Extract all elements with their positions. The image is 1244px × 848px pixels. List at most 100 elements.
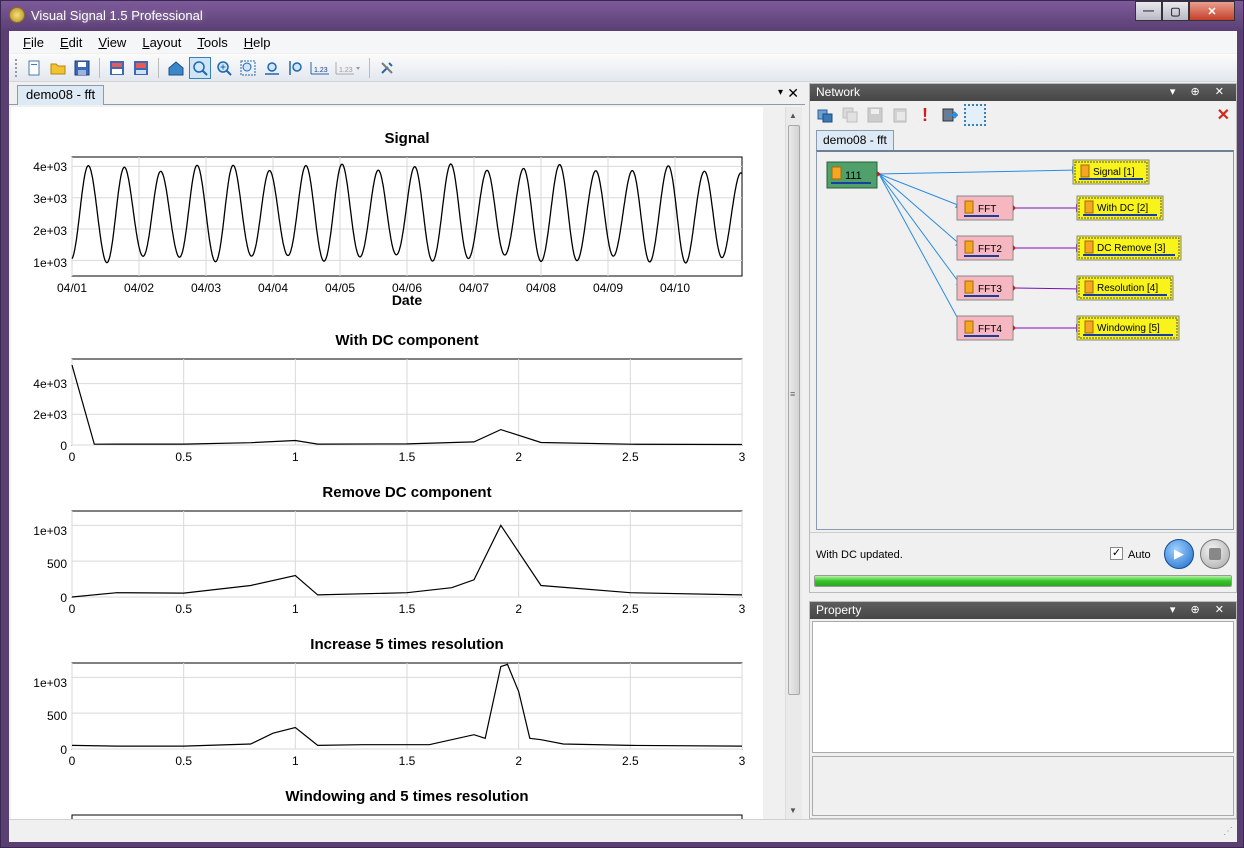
menu-help[interactable]: Help bbox=[236, 35, 279, 50]
zoom-fit-icon[interactable] bbox=[237, 57, 259, 79]
app-window: Visual Signal 1.5 Professional — ▢ ✕ Fil… bbox=[0, 0, 1244, 848]
decimal-options-icon[interactable]: 1.23 bbox=[333, 57, 363, 79]
ytick-label: 1e+03 bbox=[33, 676, 67, 690]
ytick-label: 1e+03 bbox=[33, 524, 67, 538]
print-icon[interactable] bbox=[130, 57, 152, 79]
property-description bbox=[812, 756, 1234, 816]
minimize-button[interactable]: — bbox=[1135, 1, 1162, 21]
resize-grip-icon[interactable]: ⋰ bbox=[1223, 826, 1233, 837]
export-icon[interactable] bbox=[939, 104, 961, 126]
copy-node-icon[interactable] bbox=[839, 104, 861, 126]
network-close-icon[interactable]: ✕ bbox=[1217, 105, 1230, 125]
xtick-label: 1 bbox=[292, 602, 299, 616]
fft4-node[interactable]: FFT4 bbox=[956, 315, 1016, 341]
fft3-node-label: FFT3 bbox=[978, 284, 1002, 295]
xtick-label: 0.5 bbox=[175, 754, 192, 768]
output-node-with-dc[interactable]: With DC [2] bbox=[1076, 195, 1164, 221]
svg-text:1.23: 1.23 bbox=[339, 67, 353, 74]
network-toolbar: ! bbox=[814, 103, 1234, 127]
fft2-node[interactable]: FFT2 bbox=[956, 235, 1016, 261]
menu-tools[interactable]: Tools bbox=[189, 35, 235, 50]
save-all-icon[interactable] bbox=[106, 57, 128, 79]
close-button[interactable]: ✕ bbox=[1189, 1, 1235, 21]
add-node-icon[interactable] bbox=[814, 104, 836, 126]
xtick-label: 04/02 bbox=[124, 281, 154, 295]
output-node-dc-remove[interactable]: DC Remove [3] bbox=[1076, 235, 1182, 261]
zoom-x-icon[interactable] bbox=[261, 57, 283, 79]
status-area: With DC updated. ✓ Auto ▶ bbox=[810, 532, 1236, 592]
toolbar-separator bbox=[158, 57, 159, 78]
tab-demo08-fft[interactable]: demo08 - fft bbox=[17, 85, 105, 105]
menu-edit[interactable]: Edit bbox=[52, 35, 90, 50]
xtick-label: 2 bbox=[515, 602, 522, 616]
fft-node[interactable]: FFT bbox=[956, 195, 1016, 221]
app-icon bbox=[9, 7, 25, 23]
xtick-label: 2 bbox=[515, 754, 522, 768]
xtick-label: 0.5 bbox=[175, 602, 192, 616]
tab-network-demo08-fft[interactable]: demo08 - fft bbox=[816, 130, 894, 150]
alert-icon[interactable]: ! bbox=[914, 104, 936, 126]
panel-controls[interactable]: ▾ ⊕ ✕ bbox=[1170, 84, 1230, 101]
scroll-down-icon[interactable]: ▼ bbox=[789, 806, 797, 815]
xtick-label: 04/10 bbox=[660, 281, 690, 295]
select-icon[interactable] bbox=[964, 104, 986, 126]
auto-checkbox[interactable]: ✓ bbox=[1110, 547, 1123, 560]
save-icon[interactable] bbox=[71, 57, 93, 79]
remove-dc-chart: 0 500 1e+03 0 0.5 1 1.5 2 2.5 3 bbox=[33, 510, 746, 616]
panel-controls[interactable]: ▾ ⊕ ✕ bbox=[1170, 602, 1230, 619]
ytick-label: 0 bbox=[60, 743, 67, 757]
tab-menu-icon[interactable]: ▾ bbox=[778, 87, 783, 98]
output-node-resolution[interactable]: Resolution [4] bbox=[1076, 275, 1174, 301]
settings-icon[interactable] bbox=[376, 57, 398, 79]
maximize-button[interactable]: ▢ bbox=[1162, 1, 1189, 21]
xtick-label: 2 bbox=[515, 450, 522, 464]
chart-canvas[interactable]: Signal With DC component Remove DC compo… bbox=[11, 107, 763, 819]
open-icon[interactable] bbox=[47, 57, 69, 79]
source-node-label: 111 bbox=[845, 170, 862, 182]
decimal-icon[interactable]: 1.23 bbox=[309, 57, 331, 79]
output-node-signal[interactable]: Signal [1] bbox=[1072, 159, 1150, 185]
document-pane: demo08 - fft ▾ ✕ Signal With DC componen… bbox=[9, 83, 805, 819]
menu-view[interactable]: View bbox=[90, 35, 134, 50]
network-panel: Network ▾ ⊕ ✕ ! ✕ demo08 - fft 111 FFT F… bbox=[809, 83, 1237, 593]
edge-fft3-resolution bbox=[1012, 284, 1084, 293]
zoom-icon[interactable] bbox=[189, 56, 211, 79]
client-area: File Edit View Layout Tools Help 1.23 1.… bbox=[9, 31, 1237, 842]
scroll-up-icon[interactable]: ▲ bbox=[789, 111, 797, 120]
play-button[interactable]: ▶ bbox=[1164, 539, 1194, 569]
ytick-label: 500 bbox=[47, 709, 67, 723]
xtick-label: 1 bbox=[292, 450, 299, 464]
stop-button[interactable] bbox=[1200, 539, 1230, 569]
property-grid[interactable] bbox=[812, 621, 1234, 753]
tab-close-icon[interactable]: ✕ bbox=[787, 85, 799, 102]
status-message: With DC updated. bbox=[816, 549, 903, 561]
network-graph: 111 FFT FFT2 FFT3 FFT4 Signal [1] With D… bbox=[826, 159, 1182, 341]
network-panel-title: Network bbox=[816, 85, 861, 99]
network-canvas[interactable]: 111 FFT FFT2 FFT3 FFT4 Signal [1] With D… bbox=[816, 150, 1234, 530]
toolbar-grip[interactable] bbox=[15, 58, 18, 77]
zoom-y-icon[interactable] bbox=[285, 57, 307, 79]
xtick-label: 04/04 bbox=[258, 281, 288, 295]
fft2-node-label: FFT2 bbox=[978, 244, 1002, 255]
ytick-label: 2e+03 bbox=[33, 224, 67, 238]
scroll-thumb[interactable] bbox=[788, 125, 800, 695]
source-node[interactable]: 111 bbox=[826, 161, 881, 189]
save-node-icon[interactable] bbox=[864, 104, 886, 126]
resolution-chart: 0 500 1e+03 0 0.5 1 1.5 2 2.5 3 bbox=[33, 662, 746, 768]
menu-layout[interactable]: Layout bbox=[134, 35, 189, 50]
xtick-label: 04/03 bbox=[191, 281, 221, 295]
output-node-windowing[interactable]: Windowing [5] bbox=[1076, 315, 1180, 341]
menu-file[interactable]: File bbox=[15, 35, 52, 50]
property-panel-title: Property bbox=[816, 603, 862, 617]
ytick-label: 500 bbox=[47, 557, 67, 571]
xtick-label: 04/05 bbox=[325, 281, 355, 295]
zoom-in-icon[interactable] bbox=[213, 57, 235, 79]
xtick-label: 04/06 bbox=[392, 281, 422, 295]
home-icon[interactable] bbox=[165, 57, 187, 79]
new-icon[interactable] bbox=[23, 57, 45, 79]
xtick-label: 04/01 bbox=[57, 281, 87, 295]
document-scrollbar[interactable]: ▲ ≡ ▼ bbox=[785, 107, 802, 819]
menu-bar: File Edit View Layout Tools Help bbox=[9, 31, 1237, 53]
fft3-node[interactable]: FFT3 bbox=[956, 275, 1016, 301]
paste-node-icon[interactable] bbox=[889, 104, 911, 126]
